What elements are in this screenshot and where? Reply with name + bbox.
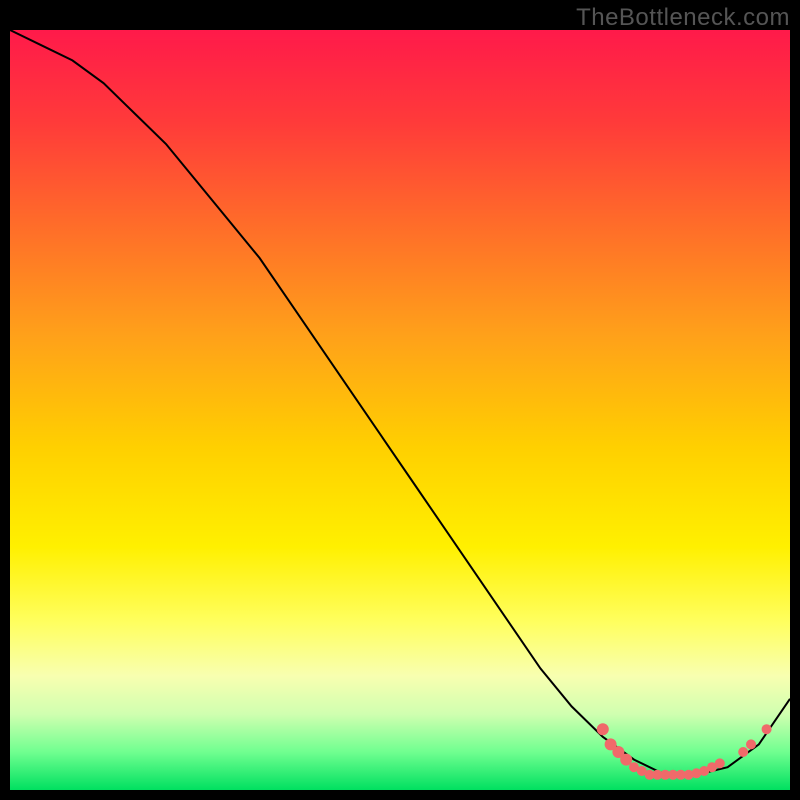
curve-layer [10,30,790,790]
main-curve [10,30,790,775]
watermark-text: TheBottleneck.com [576,4,790,32]
data-marker [738,747,748,757]
data-marker [746,739,756,749]
data-marker [715,758,725,768]
marker-group [597,723,772,780]
data-marker [762,724,772,734]
data-marker [597,723,609,735]
